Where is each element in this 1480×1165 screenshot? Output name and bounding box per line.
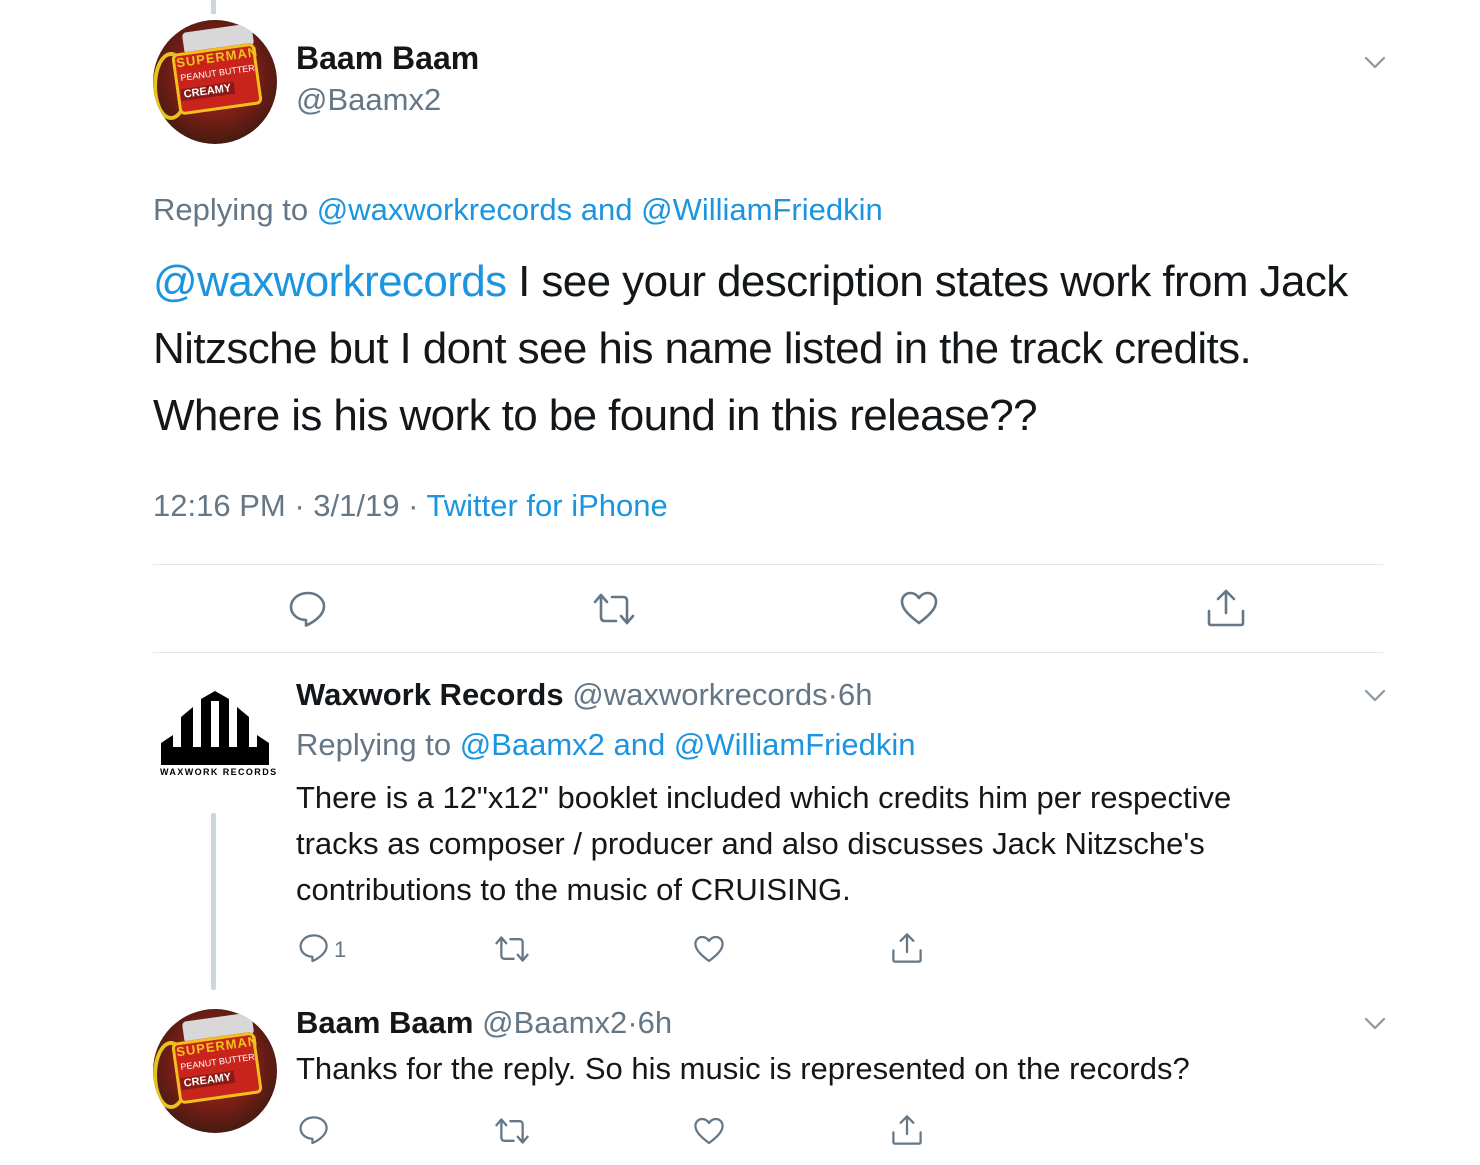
jar-label: SUPERMAN PEANUT BUTTER CREAMY (171, 1031, 263, 1105)
reply-button[interactable] (298, 933, 330, 963)
retweet-icon (495, 936, 529, 962)
reply-icon (299, 1116, 328, 1145)
replying-prefix: Replying to (296, 727, 452, 762)
jar-label: SUPERMAN PEANUT BUTTER CREAMY (171, 42, 263, 116)
main-tweet: SUPERMAN PEANUT BUTTER CREAMY Baam Baam … (0, 0, 1480, 655)
tweet-text-line: Where is his work to be found in this re… (153, 391, 1038, 440)
tweet-text: @waxworkrecords I see your description s… (153, 248, 1348, 449)
tweet-text: Thanks for the reply. So his music is re… (296, 1051, 1190, 1086)
replying-and: and (613, 727, 666, 762)
replying-prefix: Replying to (153, 192, 309, 227)
replying-to: Replying to @waxworkrecords and @William… (153, 192, 883, 228)
share-button[interactable] (1206, 588, 1246, 628)
mention-link[interactable]: @waxworkrecords (153, 257, 507, 306)
mention-link[interactable]: @WilliamFriedkin (641, 192, 883, 227)
tweet-age: 6h (837, 677, 873, 712)
reply-tweet: WAXWORK RECORDS Waxwork Records @waxwork… (0, 655, 1480, 995)
author-name[interactable]: Baam Baam (296, 40, 479, 77)
tweet-header: Baam Baam @Baamx2·6h (296, 1005, 672, 1041)
tweet-text-line: Nitzsche but I dont see his name listed … (153, 324, 1252, 373)
tweet-time: 12:16 PM (153, 488, 286, 523)
retweet-button[interactable] (494, 1117, 530, 1145)
avatar[interactable]: SUPERMAN PEANUT BUTTER CREAMY (153, 1009, 277, 1133)
reply-button[interactable] (288, 590, 328, 628)
thread-line (211, 813, 216, 990)
share-button[interactable] (891, 1113, 923, 1147)
meta-separator: · (408, 488, 419, 523)
tweet-date: 3/1/19 (313, 488, 400, 523)
author-handle[interactable]: @waxworkrecords (572, 677, 827, 712)
chevron-down-icon[interactable] (1364, 56, 1386, 70)
like-icon (900, 591, 938, 625)
retweet-icon (593, 593, 635, 625)
tweet-age: 6h (637, 1005, 673, 1040)
divider (153, 652, 1383, 653)
share-icon (892, 1115, 922, 1145)
tweet-text-segment: I see your description states work from … (506, 257, 1348, 306)
tweet-meta: 12:16 PM · 3/1/19 · Twitter for iPhone (153, 488, 668, 524)
like-button[interactable] (693, 934, 725, 964)
mention-link[interactable]: @WilliamFriedkin (674, 727, 916, 762)
replying-to: Replying to @Baamx2 and @WilliamFriedkin (296, 727, 916, 763)
tweet-text-line: tracks as composer / producer and also d… (296, 826, 1205, 861)
avatar[interactable]: WAXWORK RECORDS (153, 677, 277, 801)
reply-tweet: SUPERMAN PEANUT BUTTER CREAMY Baam Baam … (0, 995, 1480, 1165)
author-name[interactable]: Baam Baam (296, 1005, 473, 1040)
meta-separator: · (827, 677, 838, 712)
chevron-down-icon[interactable] (1364, 1017, 1386, 1031)
tweet-text-line: @waxworkrecords I see your description s… (153, 248, 1348, 315)
like-icon (694, 1117, 724, 1145)
mention-link[interactable]: @waxworkrecords (317, 192, 572, 227)
retweet-button[interactable] (494, 935, 530, 963)
author-name[interactable]: Waxwork Records (296, 677, 564, 712)
avatar[interactable]: SUPERMAN PEANUT BUTTER CREAMY (153, 20, 277, 144)
mention-link[interactable]: @Baamx2 (460, 727, 605, 762)
share-icon (1207, 589, 1245, 627)
tweet-header: Waxwork Records @waxworkrecords·6h (296, 677, 872, 713)
share-icon (892, 933, 922, 963)
like-icon (694, 935, 724, 963)
avatar-variant-text: CREAMY (180, 1070, 235, 1091)
author-handle[interactable]: @Baamx2 (296, 82, 441, 118)
tweet-source[interactable]: Twitter for iPhone (427, 488, 668, 523)
share-button[interactable] (891, 931, 923, 965)
thread-line-top (211, 0, 216, 14)
tweet-text: There is a 12"x12" booklet included whic… (296, 775, 1231, 913)
divider (153, 564, 1383, 565)
retweet-button[interactable] (592, 592, 636, 626)
retweet-icon (495, 1118, 529, 1144)
meta-separator: · (627, 1005, 638, 1040)
reply-button[interactable] (298, 1115, 330, 1145)
meta-separator: · (294, 488, 305, 523)
like-button[interactable] (899, 590, 939, 626)
tweet-text-line: contributions to the music of CRUISING. (296, 872, 851, 907)
reply-icon (299, 934, 328, 963)
like-button[interactable] (693, 1116, 725, 1146)
author-handle[interactable]: @Baamx2 (482, 1005, 627, 1040)
chevron-down-icon[interactable] (1364, 689, 1386, 703)
replying-and: and (580, 192, 633, 227)
avatar-caption: WAXWORK RECORDS (160, 767, 278, 777)
reply-count: 1 (334, 937, 347, 962)
tweet-text-line: There is a 12"x12" booklet included whic… (296, 780, 1232, 815)
avatar-variant-text: CREAMY (180, 81, 235, 102)
reply-icon (289, 591, 326, 627)
